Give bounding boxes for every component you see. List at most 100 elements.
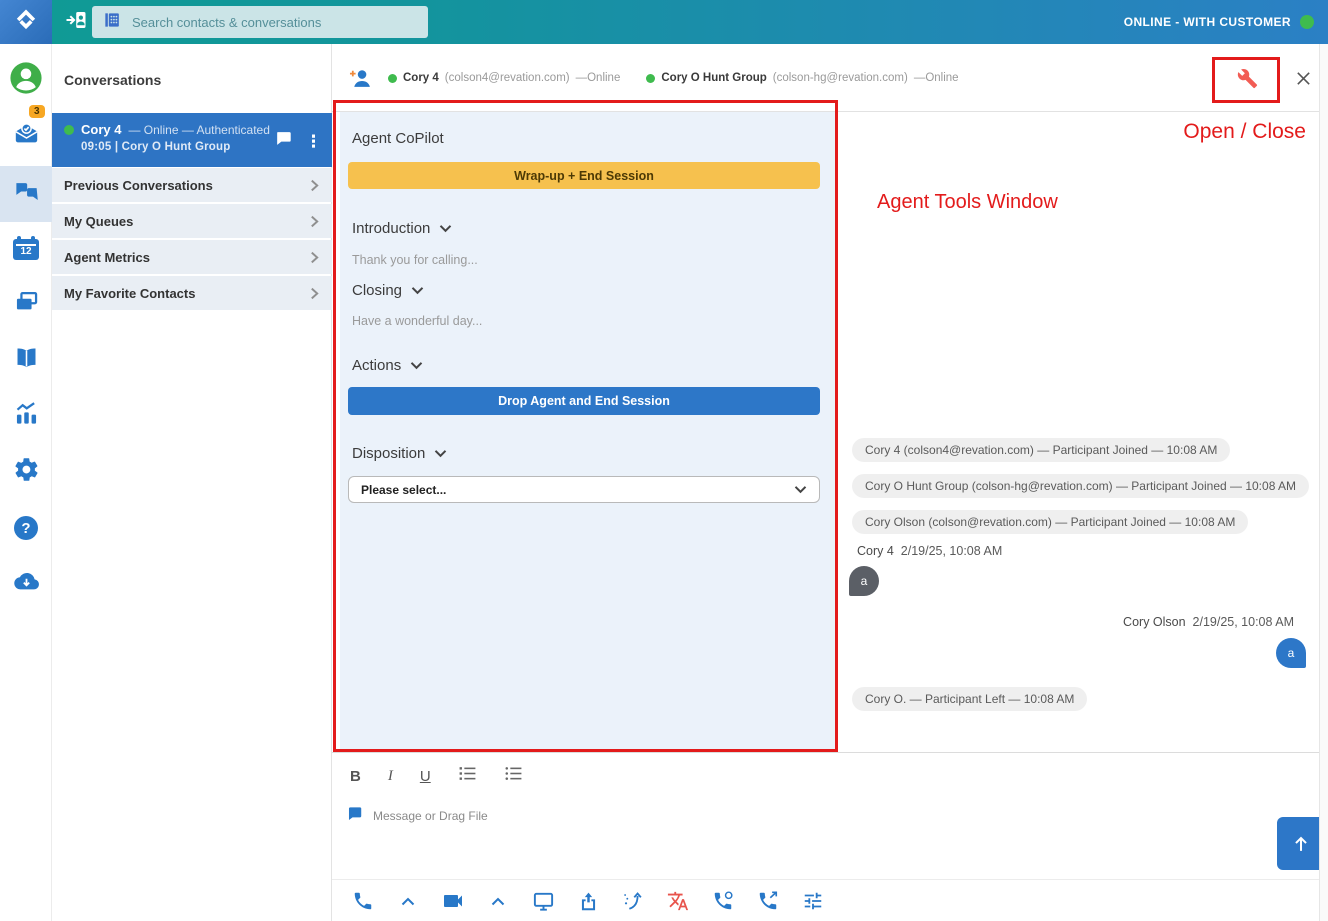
search-input[interactable] <box>132 15 418 30</box>
kebab-menu-icon[interactable]: ⋮ <box>305 133 322 150</box>
drop-agent-end-session-button[interactable]: Drop Agent and End Session <box>348 387 820 415</box>
arrow-up-icon <box>1290 833 1312 855</box>
copilot-title: Agent CoPilot <box>352 130 444 147</box>
ordered-list-button[interactable] <box>458 765 477 787</box>
add-participant-button[interactable] <box>348 66 373 96</box>
park-call-button[interactable] <box>710 890 736 912</box>
chevron-down-icon <box>410 361 423 370</box>
presence-dot <box>388 74 397 83</box>
screen-share-button[interactable] <box>530 890 556 913</box>
cloud-download-icon <box>13 568 40 600</box>
nav-downloads[interactable] <box>0 558 52 610</box>
actions-label: Actions <box>352 357 401 374</box>
video-call-button[interactable] <box>440 889 466 913</box>
book-icon <box>13 344 40 376</box>
message-meta: Cory 4 2/19/25, 10:08 AM <box>857 544 1002 558</box>
message-bubble-incoming: a <box>849 566 879 596</box>
nav-settings[interactable] <box>0 446 52 498</box>
message-composer: B I U Message or Drag File <box>332 752 1319 921</box>
disposition-selected-value: Please select... <box>361 483 446 497</box>
close-icon <box>1295 70 1312 87</box>
participant: Cory O Hunt Group (colson-hg@revation.co… <box>646 72 958 84</box>
agent-status-dot <box>1300 15 1314 29</box>
close-conversation-button[interactable] <box>1295 70 1312 92</box>
bullet-list-button[interactable] <box>504 765 523 787</box>
top-bar: ONLINE - WITH CUSTOMER <box>0 0 1328 44</box>
participant-email: (colson4@revation.com) <box>445 72 570 84</box>
presence-dot <box>64 125 74 135</box>
disposition-section-header[interactable]: Disposition <box>352 445 447 462</box>
search-box <box>92 6 428 38</box>
chevron-right-icon <box>309 215 320 228</box>
conversations-panel: Conversations Cory 4 — Online — Authenti… <box>52 44 332 921</box>
actions-section-header[interactable]: Actions <box>352 357 423 374</box>
nav-metrics[interactable] <box>0 390 52 442</box>
wrench-icon <box>1237 68 1258 89</box>
chevron-right-icon <box>309 251 320 264</box>
call-button[interactable] <box>350 890 376 912</box>
vertical-scrollbar[interactable] <box>1319 44 1328 921</box>
nav-calendar[interactable]: 12 <box>0 222 52 274</box>
message-placeholder: Message or Drag File <box>373 809 488 823</box>
nav-conversations[interactable] <box>0 166 52 222</box>
nav-windows[interactable] <box>0 278 52 330</box>
nav-directory[interactable] <box>0 334 52 386</box>
agent-status[interactable]: ONLINE - WITH CUSTOMER <box>1124 0 1314 44</box>
disposition-select[interactable]: Please select... <box>348 476 820 503</box>
settings-sliders-button[interactable] <box>800 890 826 912</box>
italic-button[interactable]: I <box>388 768 393 785</box>
active-conversation-item[interactable]: Cory 4 — Online — Authenticated 09:05 | … <box>52 113 332 167</box>
file-upload-button[interactable] <box>575 891 601 912</box>
logo-icon <box>12 6 40 39</box>
active-conversation-status: — Online — Authenticated <box>128 123 269 137</box>
wrapup-end-session-button[interactable]: Wrap-up + End Session <box>348 162 820 189</box>
agent-status-label: ONLINE - WITH CUSTOMER <box>1124 15 1291 29</box>
section-agent-metrics[interactable]: Agent Metrics <box>52 240 332 274</box>
agent-copilot-panel: Agent CoPilot Wrap-up + End Session Intr… <box>340 112 836 752</box>
add-contact-icon <box>64 8 88 37</box>
scroll-to-top-button[interactable] <box>1277 817 1325 870</box>
underline-button[interactable]: U <box>420 768 431 785</box>
transfer-call-button[interactable] <box>755 890 781 912</box>
message-timestamp: 2/19/25, 10:08 AM <box>1193 615 1294 629</box>
call-options-chevron[interactable] <box>395 897 421 906</box>
bold-button[interactable]: B <box>350 768 361 785</box>
introduction-section-header[interactable]: Introduction <box>352 220 452 237</box>
system-message: Cory O. — Participant Left — 10:08 AM <box>852 687 1087 711</box>
section-label: Previous Conversations <box>64 178 213 193</box>
message-input[interactable]: Message or Drag File <box>346 805 488 827</box>
ai-assist-button[interactable] <box>620 890 646 912</box>
chevron-right-icon <box>309 179 320 192</box>
message-sender: Cory 4 <box>857 544 894 558</box>
closing-label: Closing <box>352 282 402 299</box>
agent-tools-toggle-button[interactable] <box>1237 68 1258 94</box>
introduction-snippet[interactable]: Thank you for calling... <box>352 253 478 267</box>
chat-bubble-icon[interactable] <box>274 129 293 153</box>
closing-section-header[interactable]: Closing <box>352 282 424 299</box>
translate-button[interactable] <box>665 890 691 912</box>
system-message: Cory Olson (colson@revation.com) — Parti… <box>852 510 1248 534</box>
message-meta: Cory Olson 2/19/25, 10:08 AM <box>1123 615 1294 629</box>
section-my-queues[interactable]: My Queues <box>52 204 332 238</box>
participant-presence: —Online <box>576 72 621 84</box>
video-options-chevron[interactable] <box>485 897 511 906</box>
message-sender: Cory Olson <box>1123 615 1186 629</box>
chevron-right-icon <box>309 287 320 300</box>
section-my-favorite-contacts[interactable]: My Favorite Contacts <box>52 276 332 310</box>
section-label: Agent Metrics <box>64 250 150 265</box>
chart-icon <box>13 400 40 432</box>
system-message: Cory O Hunt Group (colson-hg@revation.co… <box>852 474 1309 498</box>
system-message: Cory 4 (colson4@revation.com) — Particip… <box>852 438 1230 462</box>
presence-dot <box>646 74 655 83</box>
section-label: My Queues <box>64 214 133 229</box>
closing-snippet[interactable]: Have a wonderful day... <box>352 314 482 328</box>
nav-profile[interactable] <box>0 54 52 106</box>
nav-help[interactable]: ? <box>0 502 52 554</box>
section-previous-conversations[interactable]: Previous Conversations <box>52 168 332 202</box>
active-conversation-time: 09:05 <box>81 141 111 153</box>
chevron-down-icon <box>411 286 424 295</box>
add-contact-button[interactable] <box>62 8 90 36</box>
calendar-day-label: 12 <box>13 246 39 257</box>
app-logo <box>0 0 52 44</box>
nav-inbox[interactable] <box>0 110 52 162</box>
